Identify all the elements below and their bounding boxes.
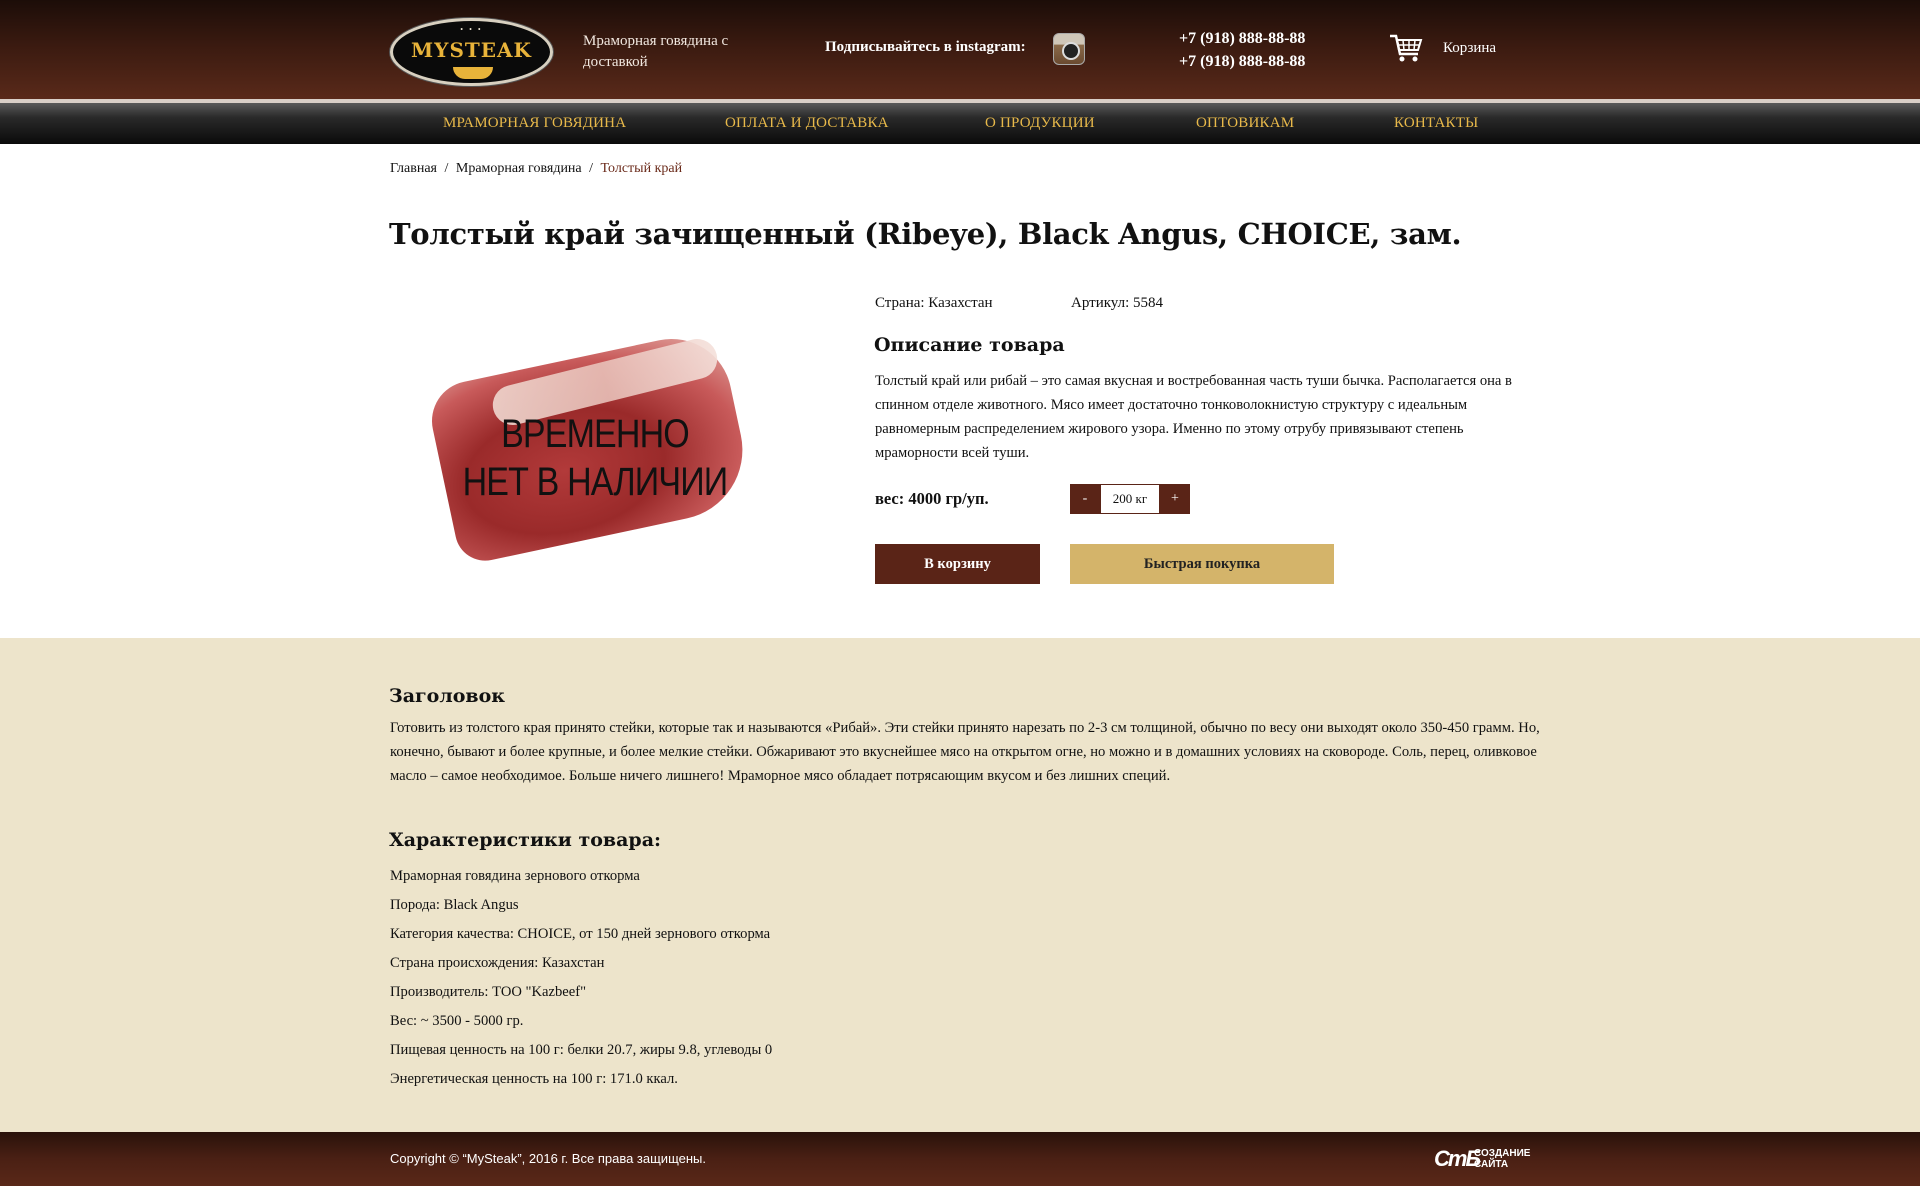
instagram-label: Подписывайтесь в instagram: <box>825 39 1026 55</box>
add-to-cart-button[interactable]: В корзину <box>875 544 1040 584</box>
product-weight: вес: 4000 гр/уп. <box>875 489 989 508</box>
phone-numbers: +7 (918) 888-88-88 +7 (918) 888-88-88 <box>1179 27 1305 73</box>
breadcrumb: Главная / Мраморная говядина / Толстый к… <box>390 161 686 177</box>
developer-mark: СтБ <box>1434 1146 1481 1171</box>
breadcrumb-marbled-beef[interactable]: Мраморная говядина <box>456 161 582 176</box>
bull-horns-icon <box>453 67 493 79</box>
nav-item-marbled-beef[interactable]: МРАМОРНАЯ ГОВЯДИНА <box>443 115 626 132</box>
list-item: Порода: Black Angus <box>390 897 519 913</box>
product-description: Толстый край или рибай – это самая вкусн… <box>875 373 1512 461</box>
site-tagline: Мраморная говядина с доставкой <box>583 33 729 70</box>
main-nav: МРАМОРНАЯ ГОВЯДИНА ОПЛАТА И ДОСТАВКА О П… <box>0 103 1920 144</box>
description-title: Описание товара <box>874 334 1065 356</box>
copyright-text: Copyright © “MySteak”, 2016 г. Все права… <box>390 1151 706 1166</box>
product-details-section: Заголовок Готовить из толстого края прин… <box>0 638 1920 1132</box>
list-item: Производитель: ТОО "Kazbeef" <box>390 984 587 1000</box>
breadcrumb-current: Толстый край <box>600 161 683 176</box>
list-item: Пищевая ценность на 100 г: белки 20.7, ж… <box>390 1042 773 1058</box>
site-footer: Copyright © “MySteak”, 2016 г. Все права… <box>0 1132 1920 1186</box>
site-logo[interactable]: • • • MYSTEAK <box>390 18 553 86</box>
site-header: • • • MYSTEAK Мраморная говядина с доста… <box>0 0 1920 100</box>
product-image[interactable]: ВРЕМЕННО НЕТ В НАЛИЧИИ <box>400 292 790 582</box>
qty-input[interactable] <box>1100 484 1160 514</box>
breadcrumb-separator: / <box>444 161 449 176</box>
nav-item-about-products[interactable]: О ПРОДУКЦИИ <box>985 115 1095 132</box>
phone-number-1[interactable]: +7 (918) 888-88-88 <box>1179 27 1305 50</box>
product-country: Страна: Казахстан <box>875 295 993 311</box>
nav-item-contacts[interactable]: КОНТАКТЫ <box>1394 115 1478 132</box>
logo-text: MYSTEAK <box>411 38 532 62</box>
info-text: Готовить из толстого края принято стейки… <box>390 720 1540 784</box>
nav-item-payment-delivery[interactable]: ОПЛАТА И ДОСТАВКА <box>725 115 889 132</box>
out-of-stock-line-2: НЕТ В НАЛИЧИИ <box>462 460 729 504</box>
developer-text: СОЗДАНИЕ САЙТА <box>1474 1148 1531 1170</box>
breadcrumb-separator: / <box>589 161 594 176</box>
characteristics-list: Мраморная говядина зернового откорма Пор… <box>390 864 772 1096</box>
phone-number-2[interactable]: +7 (918) 888-88-88 <box>1179 50 1305 73</box>
list-item: Страна происхождения: Казахстан <box>390 955 605 971</box>
qty-increase-button[interactable]: + <box>1160 484 1190 514</box>
characteristics-heading: Характеристики товара: <box>389 829 662 851</box>
breadcrumb-home[interactable]: Главная <box>390 161 437 176</box>
quantity-stepper: - + <box>1070 484 1190 514</box>
out-of-stock-overlay: ВРЕМЕННО НЕТ В НАЛИЧИИ <box>429 410 761 506</box>
page-title: Толстый край зачищенный (Ribeye), Black … <box>389 217 1462 251</box>
list-item: Вес: ~ 3500 - 5000 гр. <box>390 1013 524 1029</box>
instagram-camera-icon[interactable] <box>1053 33 1085 65</box>
list-item: Категория качества: CHOICE, от 150 дней … <box>390 926 771 942</box>
nav-item-wholesale[interactable]: ОПТОВИКАМ <box>1196 115 1294 132</box>
info-heading: Заголовок <box>389 685 505 707</box>
shopping-cart-icon[interactable] <box>1388 30 1424 66</box>
product-sku: Артикул: 5584 <box>1071 295 1164 311</box>
out-of-stock-line-1: ВРЕМЕННО <box>501 412 690 456</box>
cart-link[interactable]: Корзина <box>1443 40 1496 57</box>
logo-dots: • • • <box>460 25 483 34</box>
list-item: Мраморная говядина зернового откорма <box>390 868 640 884</box>
quick-buy-button[interactable]: Быстрая покупка <box>1070 544 1334 584</box>
qty-decrease-button[interactable]: - <box>1070 484 1100 514</box>
list-item: Энергетическая ценность на 100 г: 171.0 … <box>390 1071 678 1087</box>
